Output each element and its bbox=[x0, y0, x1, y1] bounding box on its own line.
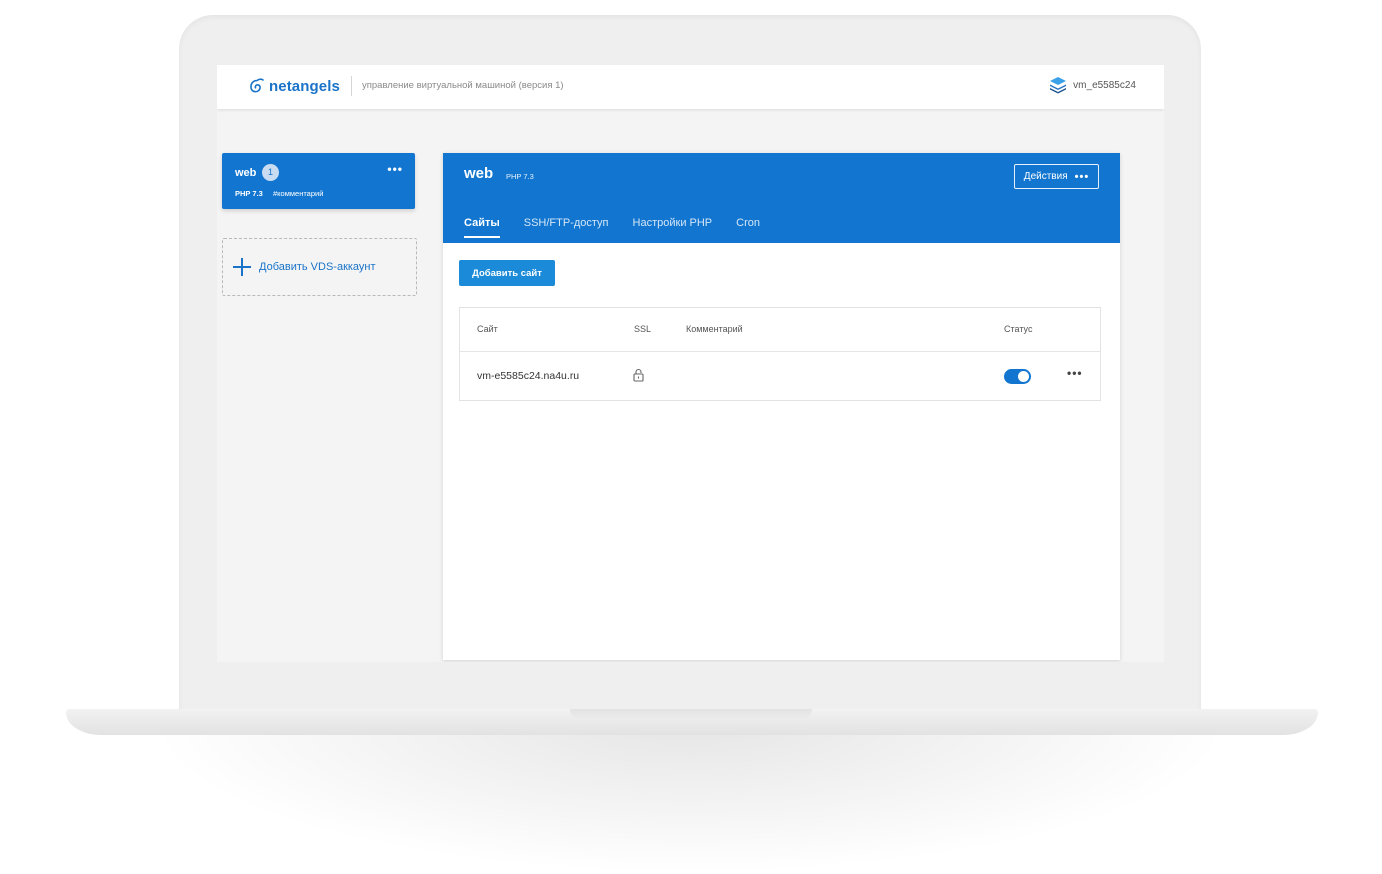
add-vds-account-label: Добавить VDS-аккаунт bbox=[259, 261, 376, 273]
header-subtitle: управление виртуальной машиной (версия 1… bbox=[362, 80, 564, 91]
add-site-button[interactable]: Добавить сайт bbox=[459, 260, 555, 286]
top-bar: netangels управление виртуальной машиной… bbox=[217, 65, 1164, 109]
laptop-notch bbox=[570, 709, 812, 720]
column-site: Сайт bbox=[477, 324, 498, 334]
account-name: web bbox=[235, 167, 257, 179]
more-dots-icon: ••• bbox=[1074, 170, 1090, 183]
vm-name: vm_e5585c24 bbox=[1073, 79, 1136, 91]
tab-php-settings[interactable]: Настройки PHP bbox=[633, 217, 713, 238]
actions-button[interactable]: Действия ••• bbox=[1014, 164, 1099, 189]
column-status: Статус bbox=[1004, 324, 1033, 334]
panel-title: web bbox=[464, 165, 494, 182]
lock-icon bbox=[633, 368, 644, 382]
logo-text: netangels bbox=[269, 77, 340, 95]
laptop-shadow bbox=[160, 720, 1220, 870]
account-more-icon[interactable]: ••• bbox=[387, 162, 403, 176]
account-panel: web PHP 7.3 Действия ••• Сайты SSH/FTP-д… bbox=[443, 153, 1120, 660]
tab-sites[interactable]: Сайты bbox=[464, 217, 500, 238]
header-divider bbox=[351, 76, 352, 96]
vm-selector[interactable]: vm_e5585c24 bbox=[1049, 76, 1136, 94]
plus-icon bbox=[233, 258, 251, 276]
account-count-badge: 1 bbox=[262, 164, 279, 181]
toggle-knob bbox=[1018, 371, 1029, 382]
sites-table: Сайт SSL Комментарий Статус vm-e5585c24.… bbox=[459, 307, 1101, 401]
panel-header: web PHP 7.3 Действия ••• Сайты SSH/FTP-д… bbox=[443, 153, 1120, 243]
stack-layers-icon bbox=[1050, 77, 1067, 94]
account-card-web[interactable]: web 1 ••• PHP 7.3 #комментарий bbox=[222, 153, 415, 209]
panel-tabs: Сайты SSH/FTP-доступ Настройки PHP Cron bbox=[464, 217, 784, 238]
account-php-version: PHP 7.3 bbox=[235, 189, 263, 198]
netangels-logo-icon bbox=[250, 78, 264, 93]
account-comment: #комментарий bbox=[273, 189, 324, 198]
add-vds-account-button[interactable]: Добавить VDS-аккаунт bbox=[222, 238, 417, 296]
actions-label: Действия bbox=[1023, 171, 1068, 182]
app-screen: netangels управление виртуальной машиной… bbox=[217, 65, 1164, 662]
panel-php-version: PHP 7.3 bbox=[506, 172, 534, 181]
column-ssl: SSL bbox=[634, 324, 652, 334]
logo[interactable]: netangels bbox=[248, 77, 340, 95]
row-more-icon[interactable]: ••• bbox=[1067, 366, 1083, 380]
table-header: Сайт SSL Комментарий Статус bbox=[460, 308, 1100, 352]
column-comment: Комментарий bbox=[686, 324, 743, 334]
tab-cron[interactable]: Cron bbox=[736, 217, 760, 238]
site-domain[interactable]: vm-e5585c24.na4u.ru bbox=[477, 370, 579, 382]
tab-ssh-ftp[interactable]: SSH/FTP-доступ bbox=[524, 217, 609, 238]
table-row: vm-e5585c24.na4u.ru ••• bbox=[460, 352, 1100, 401]
site-status-toggle[interactable] bbox=[1004, 369, 1031, 384]
